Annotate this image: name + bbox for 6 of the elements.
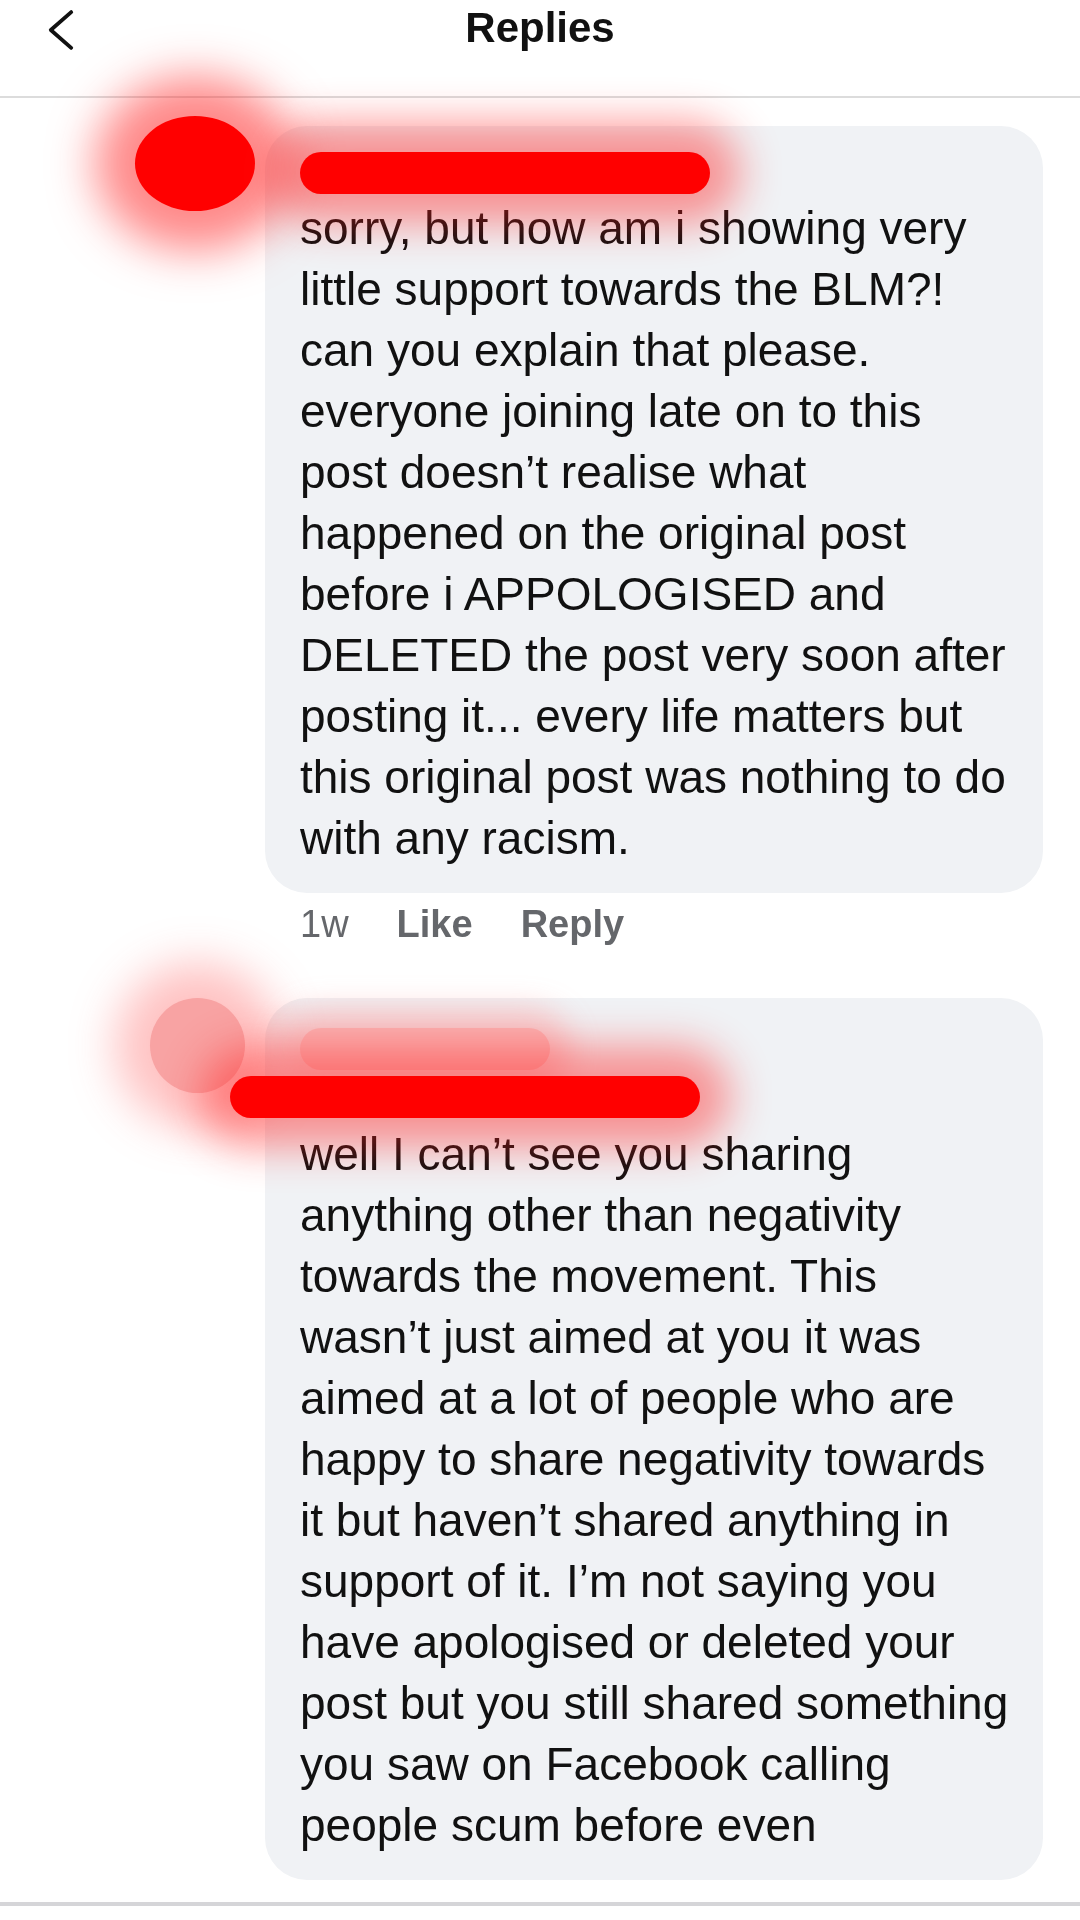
comment-text: well I can’t see you sharing anything other than negativity towards the movement. This wasn’t just aimed at you it was aimed at a lot of people who are happy to share negativity towards it but haven’t shared anything in support of it. I’m not saying you have apologised or deleted your post but you still shared something you saw on Facebook calling people scum before even [300,1128,1009,1851]
comment-action-link[interactable]: Like [396,903,473,946]
comment-time: 1w [300,903,349,946]
comment-text: sorry, but how am i showing very little support towards the BLM?! can you explain that please. everyone joining late on to this post doesn’t realise what happened on the original post before i APPOLOGISED and DELETED the post very soon after posting it... every life matters but this original post was nothing to do with any racism. [300,202,1006,864]
comment-action-link[interactable]: Reply [520,903,625,946]
page-title: Replies [465,4,615,52]
